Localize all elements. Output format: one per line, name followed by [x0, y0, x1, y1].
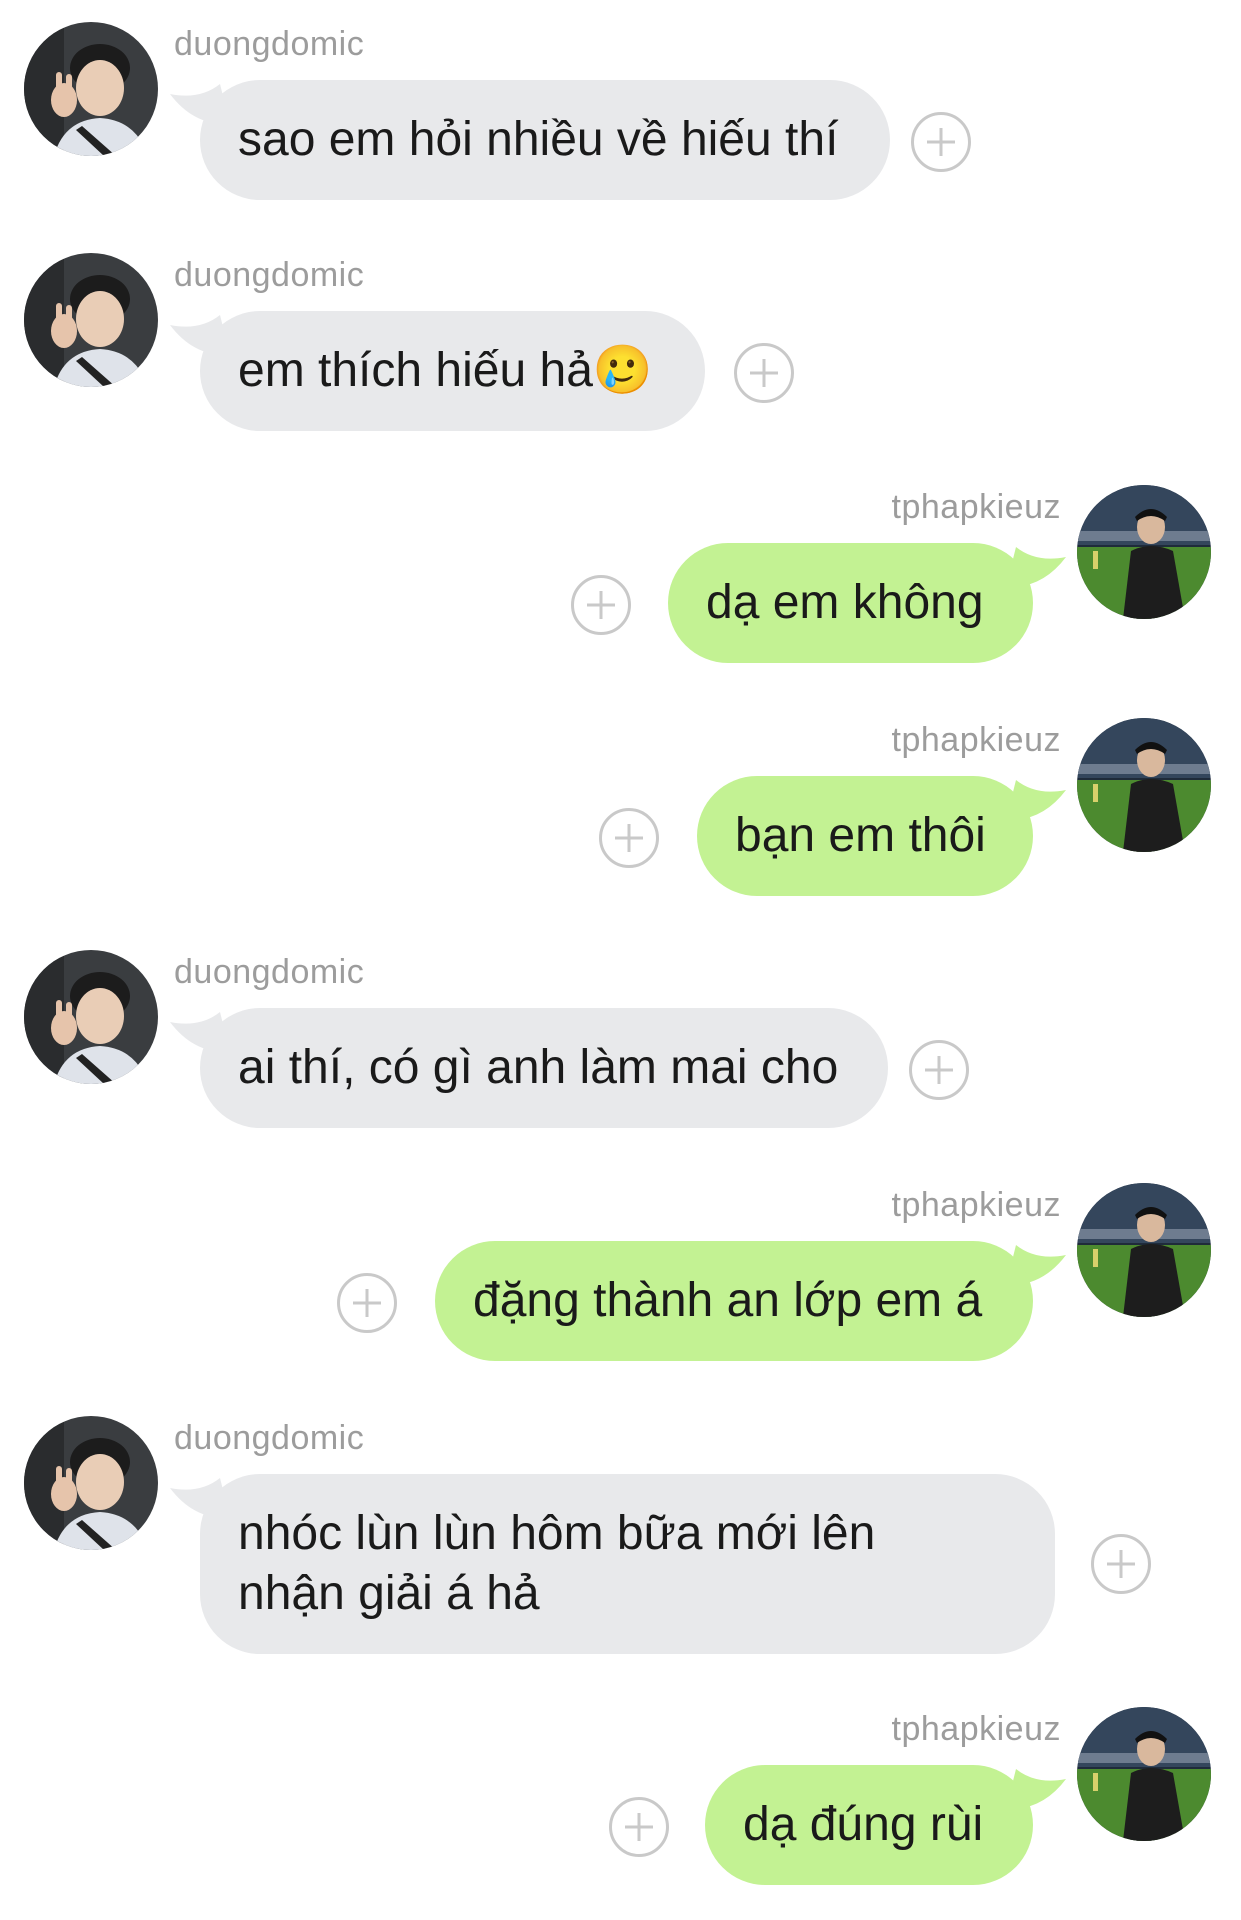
message-text: bạn em thôi — [735, 809, 986, 862]
avatar-tphapkieuz[interactable] — [1077, 1707, 1211, 1841]
sender-name: duongdomic — [174, 953, 365, 991]
plus-circle-icon[interactable] — [734, 343, 794, 403]
plus-circle-icon[interactable] — [909, 1040, 969, 1100]
message-bubble[interactable]: bạn em thôi — [697, 776, 1033, 896]
sender-name: tphapkieuz — [891, 488, 1061, 526]
message-text: ai thí, có gì anh làm mai cho — [238, 1041, 839, 1094]
sender-name: tphapkieuz — [891, 1710, 1061, 1748]
message-item: tphapkieuz dạ em không — [0, 485, 1241, 665]
message-text: em thích hiếu hả🥲 — [238, 344, 653, 397]
avatar-tphapkieuz[interactable] — [1077, 1183, 1211, 1317]
message-bubble[interactable]: dạ em không — [668, 543, 1033, 663]
message-text: dạ em không — [706, 576, 984, 629]
message-item: duongdomic sao em hỏi nhiều về hiếu thí — [0, 22, 1241, 202]
message-bubble[interactable]: đặng thành an lớp em á — [435, 1241, 1033, 1361]
plus-circle-icon[interactable] — [571, 575, 631, 635]
message-bubble[interactable]: nhóc lùn lùn hôm bữa mới lên nhận giải á… — [200, 1474, 1055, 1654]
message-bubble[interactable]: dạ đúng rùi — [705, 1765, 1033, 1885]
message-item: tphapkieuz dạ đúng rùi — [0, 1707, 1241, 1887]
message-item: duongdomic em thích hiếu hả🥲 — [0, 253, 1241, 433]
plus-circle-icon[interactable] — [609, 1797, 669, 1857]
message-bubble[interactable]: ai thí, có gì anh làm mai cho — [200, 1008, 888, 1128]
sender-name: duongdomic — [174, 1419, 365, 1457]
sender-name: duongdomic — [174, 25, 365, 63]
message-bubble[interactable]: sao em hỏi nhiều về hiếu thí — [200, 80, 890, 200]
message-text: dạ đúng rùi — [743, 1798, 984, 1851]
avatar-duongdomic[interactable] — [24, 253, 158, 387]
message-item: duongdomic nhóc lùn lùn hôm bữa mới lên … — [0, 1416, 1241, 1656]
message-item: tphapkieuz bạn em thôi — [0, 718, 1241, 898]
message-item: duongdomic ai thí, có gì anh làm mai cho — [0, 950, 1241, 1130]
plus-circle-icon[interactable] — [337, 1273, 397, 1333]
avatar-duongdomic[interactable] — [24, 1416, 158, 1550]
plus-circle-icon[interactable] — [599, 808, 659, 868]
plus-circle-icon[interactable] — [911, 112, 971, 172]
avatar-duongdomic[interactable] — [24, 22, 158, 156]
message-item: tphapkieuz đặng thành an lớp em á — [0, 1183, 1241, 1363]
sender-name: tphapkieuz — [891, 721, 1061, 759]
plus-circle-icon[interactable] — [1091, 1534, 1151, 1594]
avatar-tphapkieuz[interactable] — [1077, 718, 1211, 852]
message-text: đặng thành an lớp em á — [473, 1274, 983, 1327]
message-bubble[interactable]: em thích hiếu hả🥲 — [200, 311, 705, 431]
avatar-duongdomic[interactable] — [24, 950, 158, 1084]
avatar-tphapkieuz[interactable] — [1077, 485, 1211, 619]
sender-name: tphapkieuz — [891, 1186, 1061, 1224]
sender-name: duongdomic — [174, 256, 365, 294]
message-text: sao em hỏi nhiều về hiếu thí — [238, 113, 839, 166]
message-text: nhóc lùn lùn hôm bữa mới lên nhận giải á… — [238, 1507, 876, 1620]
